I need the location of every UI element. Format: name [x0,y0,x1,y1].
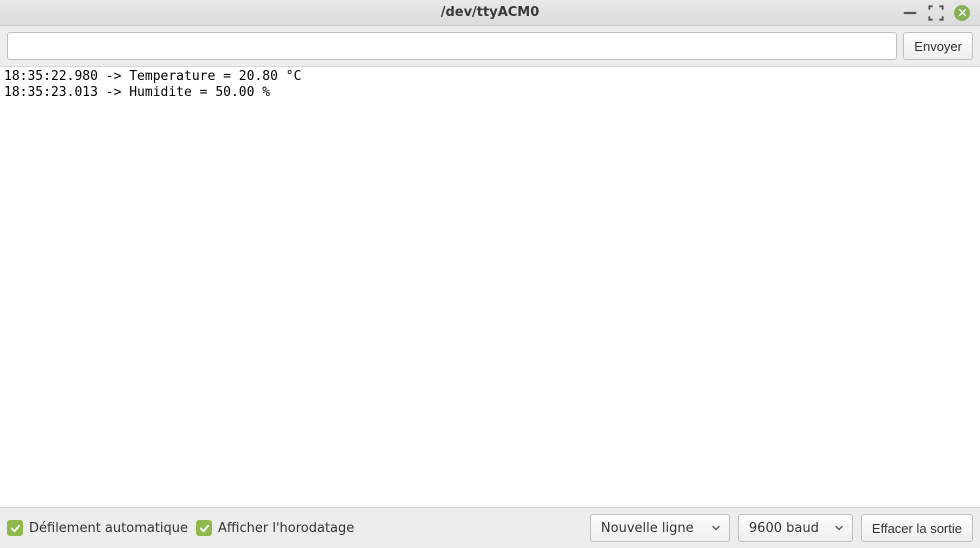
maximize-icon [928,5,944,21]
window-title: /dev/ttyACM0 [0,5,980,20]
minimize-button[interactable] [902,5,918,21]
autoscroll-checkbox[interactable]: Défilement automatique [7,520,188,536]
maximize-button[interactable] [928,5,944,21]
chevron-down-icon [834,523,844,533]
titlebar: /dev/ttyACM0 [0,0,980,26]
serial-output[interactable]: 18:35:22.980 -> Temperature = 20.80 °C 1… [0,66,980,508]
baud-rate-select[interactable]: 9600 baud [738,514,853,542]
line-ending-select[interactable]: Nouvelle ligne [590,514,730,542]
autoscroll-label: Défilement automatique [29,521,188,536]
send-button[interactable]: Envoyer [903,32,973,60]
close-button[interactable] [954,5,970,21]
serial-monitor-window: /dev/ttyACM0 Envoyer 18:35:22.980 -> Tem… [0,0,980,548]
timestamp-label: Afficher l'horodatage [218,521,354,536]
checkbox-checked-icon [7,520,23,536]
minimize-icon [902,5,918,21]
timestamp-checkbox[interactable]: Afficher l'horodatage [196,520,354,536]
chevron-down-icon [711,523,721,533]
checkbox-checked-icon [196,520,212,536]
close-icon [958,8,967,17]
window-controls [902,5,980,21]
send-input[interactable] [7,32,897,60]
toolbar: Envoyer [0,26,980,66]
baud-rate-value: 9600 baud [749,521,819,536]
clear-output-button[interactable]: Effacer la sortie [861,514,973,542]
statusbar: Défilement automatique Afficher l'horoda… [0,508,980,548]
line-ending-value: Nouvelle ligne [601,521,694,536]
